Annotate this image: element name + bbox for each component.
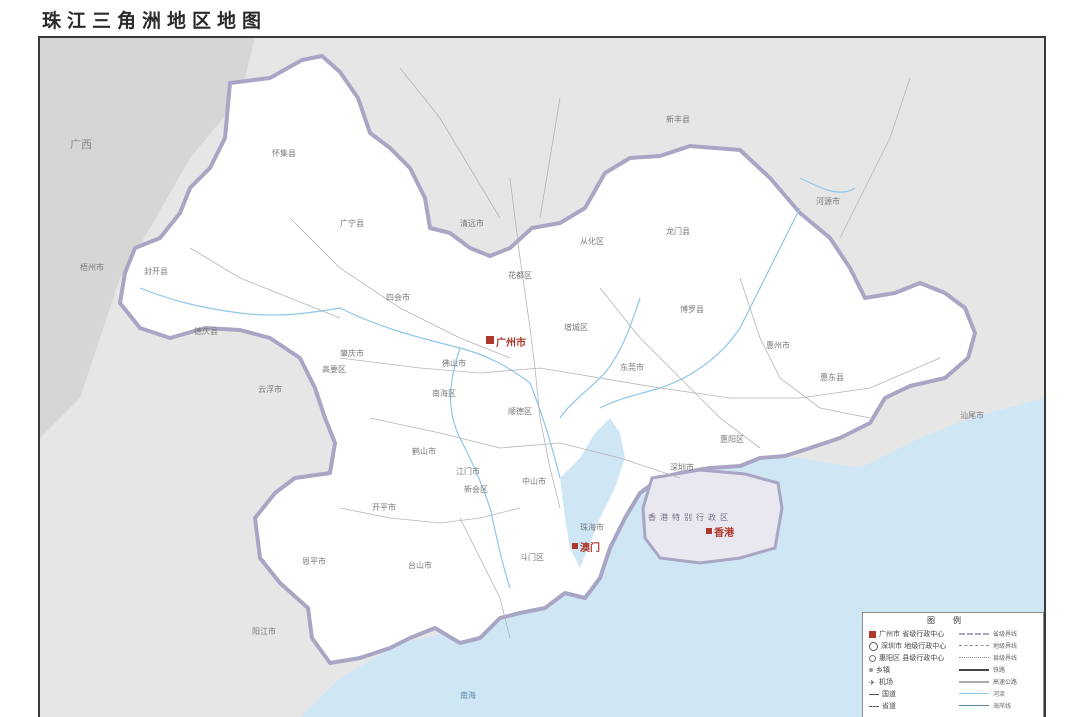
hongkong-marker[interactable] <box>706 528 712 534</box>
legend-row: 国道 <box>869 689 896 699</box>
legend-line-label: 河流 <box>993 691 1006 698</box>
label-doumen: 斗门区 <box>520 552 544 562</box>
legend-line <box>959 669 989 671</box>
label-shanwei: 汕尾市 <box>960 410 984 420</box>
label-heshan: 鹤山市 <box>412 446 436 456</box>
label-huadu: 花都区 <box>508 270 532 280</box>
label-yunfu: 云浮市 <box>258 384 282 394</box>
label-enping: 恩平市 <box>302 556 326 566</box>
legend-line-label: 省级界线 <box>993 631 1018 638</box>
label-hk-region: 香港特别行政区 <box>648 512 732 522</box>
legend-line-label: 铁路 <box>993 667 1006 674</box>
legend-row: 惠阳区 县级行政中心 <box>869 653 944 663</box>
label-xinhui: 新会区 <box>464 484 488 494</box>
label-heyuan: 河源市 <box>816 196 840 206</box>
legend-line <box>959 657 989 658</box>
label-jiangmen: 江门市 <box>456 466 480 476</box>
legend-line-label: 县级界线 <box>993 655 1018 662</box>
legend-line-label: 地级界线 <box>993 643 1018 650</box>
label-hongkong: 香港 <box>714 526 735 539</box>
label-huaiji: 怀集县 <box>272 148 296 158</box>
airplane-icon: ✈ <box>869 678 875 687</box>
label-sihui: 四会市 <box>386 292 410 302</box>
label-fengkai: 封开县 <box>144 266 168 276</box>
label-south-sea: 南海 <box>460 690 476 700</box>
label-longmen: 龙门县 <box>666 226 690 236</box>
label-zhongshan: 中山市 <box>522 476 546 486</box>
label-dongguan: 东莞市 <box>620 362 644 372</box>
label-boluo: 博罗县 <box>680 304 704 314</box>
label-foshan: 佛山市 <box>442 358 466 368</box>
legend-line-label: 高速公路 <box>993 679 1018 686</box>
legend-line <box>959 693 989 694</box>
label-kaiping: 开平市 <box>372 502 396 512</box>
label-shunde: 顺德区 <box>508 406 532 416</box>
label-gaoyao: 高要区 <box>322 364 346 374</box>
legend-line <box>959 705 989 706</box>
legend-line <box>959 645 989 646</box>
label-qingyuan: 清远市 <box>460 218 484 228</box>
label-wuzhou: 梧州市 <box>80 262 104 272</box>
label-yangjiang: 阳江市 <box>252 626 276 636</box>
label-guangxi: 广西 <box>70 138 92 151</box>
guangzhou-marker[interactable] <box>486 336 494 344</box>
label-huizhou: 惠州市 <box>766 340 790 350</box>
label-guangning: 广宁县 <box>340 218 364 228</box>
label-nanhai: 南海区 <box>432 388 456 398</box>
label-zhuhai: 珠海市 <box>580 522 604 532</box>
map-frame[interactable]: 广州市 澳门 香港 香港特别行政区 清远市 佛山市 肇庆市 江门市 中山市 珠海… <box>38 36 1046 717</box>
legend-line <box>959 681 989 683</box>
label-huidong: 惠东县 <box>820 372 844 382</box>
legend-row: 深圳市 地级行政中心 <box>869 641 946 651</box>
legend-line <box>959 633 989 635</box>
label-guangzhou: 广州市 <box>496 336 526 349</box>
map-legend: 图例 广州市 省级行政中心 深圳市 地级行政中心 惠阳区 县级行政中心 乡镇 ✈… <box>862 612 1044 717</box>
map-title: 珠江三角洲地区地图 <box>42 10 268 32</box>
label-macau: 澳门 <box>580 541 600 554</box>
label-conghua: 从化区 <box>580 236 604 246</box>
legend-row: 乡镇 <box>869 665 890 675</box>
legend-title: 图例 <box>927 616 979 625</box>
label-huiyang: 惠阳区 <box>720 434 744 444</box>
label-deqing: 德庆县 <box>194 326 218 336</box>
label-shenzhen: 深圳市 <box>670 462 694 472</box>
legend-row: 广州市 省级行政中心 <box>869 629 944 639</box>
label-zengcheng: 增城区 <box>564 322 588 332</box>
legend-line-label: 海岸线 <box>993 703 1012 710</box>
label-xinfeng: 新丰县 <box>666 114 690 124</box>
macau-marker[interactable] <box>572 543 578 549</box>
label-zhaoqing: 肇庆市 <box>340 348 364 358</box>
label-taishan: 台山市 <box>408 560 432 570</box>
legend-row: ✈ 机场 <box>869 678 893 687</box>
legend-row: 省道 <box>869 701 896 711</box>
